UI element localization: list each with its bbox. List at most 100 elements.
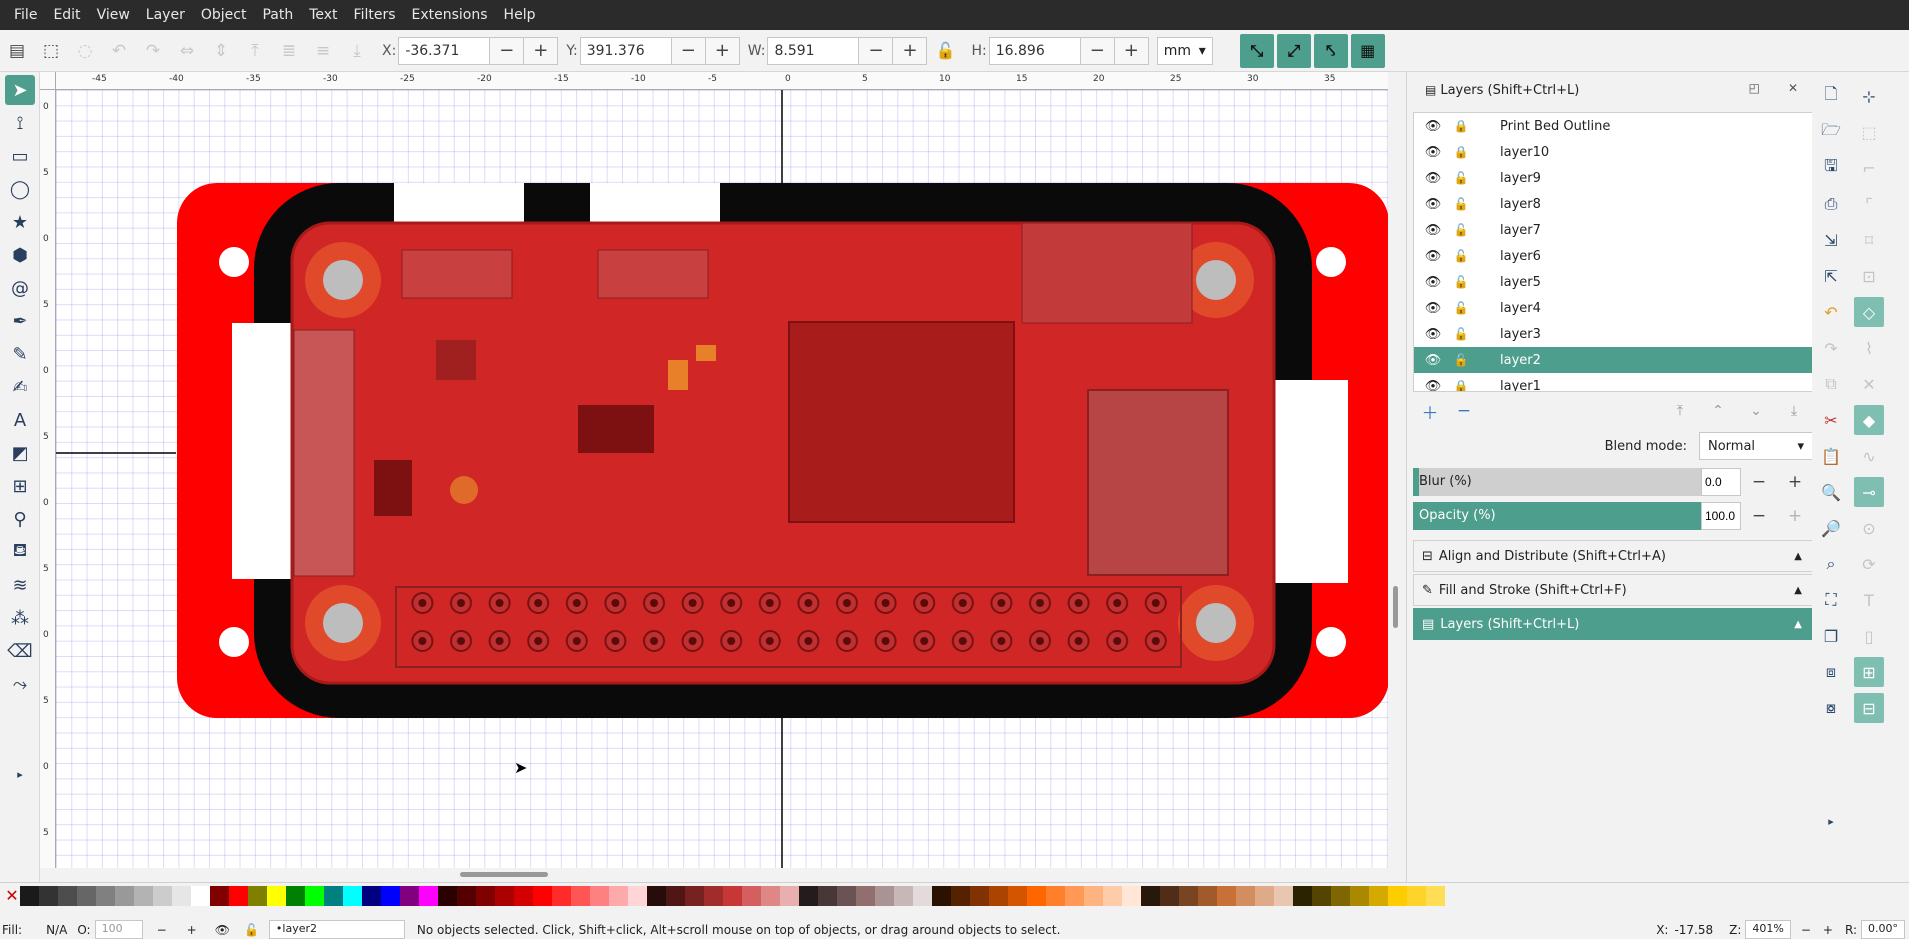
undo-icon[interactable]: ↶ bbox=[1816, 297, 1846, 327]
remove-layer-icon[interactable]: − bbox=[1447, 401, 1481, 421]
snap-toggle-icon[interactable]: ⊹ bbox=[1854, 81, 1884, 111]
gradient-tool-icon[interactable]: ◩ bbox=[5, 438, 35, 468]
opacity-increment-button[interactable]: + bbox=[1777, 502, 1813, 530]
color-swatch[interactable] bbox=[343, 885, 362, 906]
color-swatch[interactable] bbox=[989, 885, 1008, 906]
visibility-eye-icon[interactable]: 👁 bbox=[1422, 171, 1444, 186]
lock-open-icon[interactable]: 🔓 bbox=[1450, 301, 1472, 315]
color-swatch[interactable] bbox=[1122, 885, 1141, 906]
snap-page-icon[interactable]: ▯ bbox=[1854, 621, 1884, 651]
color-swatch[interactable] bbox=[571, 885, 590, 906]
bezier-tool-icon[interactable]: ✒ bbox=[5, 306, 35, 336]
color-swatch[interactable] bbox=[1141, 885, 1160, 906]
snap-grid-icon[interactable]: ⊞ bbox=[1854, 657, 1884, 687]
menu-filters[interactable]: Filters bbox=[346, 0, 404, 30]
duplicate-icon[interactable]: ❐ bbox=[1816, 621, 1846, 651]
blur-decrement-button[interactable]: − bbox=[1741, 468, 1777, 496]
color-swatch[interactable] bbox=[419, 885, 438, 906]
menu-edit[interactable]: Edit bbox=[45, 0, 88, 30]
layer-visibility-icon[interactable]: 👁 bbox=[215, 923, 230, 937]
snap-guides-icon[interactable]: ⊟ bbox=[1854, 693, 1884, 723]
color-swatch[interactable] bbox=[286, 885, 305, 906]
opacity-decrement-button[interactable]: − bbox=[1741, 502, 1777, 530]
vertical-scroll-thumb[interactable] bbox=[1393, 586, 1398, 628]
layer-list[interactable]: 👁 🔒 Print Bed Outline 👁 🔒 layer10 👁 🔓 layer9 👁 🔓 la… bbox=[1413, 112, 1813, 392]
w-decrement-button[interactable]: − bbox=[859, 36, 894, 65]
fill-stroke-header[interactable]: ✎ Fill and Stroke (Shift+Ctrl+F) ▲ bbox=[1413, 574, 1813, 606]
menu-help[interactable]: Help bbox=[496, 0, 544, 30]
clone-icon[interactable]: ⧈ bbox=[1816, 657, 1846, 687]
h-increment-button[interactable]: + bbox=[1114, 36, 1149, 65]
color-swatch[interactable] bbox=[1388, 885, 1407, 906]
color-swatch[interactable] bbox=[723, 885, 742, 906]
transform-gradients-icon[interactable]: ⤣ bbox=[1313, 33, 1348, 68]
color-swatch[interactable] bbox=[267, 885, 286, 906]
color-swatch[interactable] bbox=[229, 885, 248, 906]
opacity-status-increment[interactable]: + bbox=[187, 923, 197, 937]
menu-object[interactable]: Object bbox=[193, 0, 255, 30]
y-decrement-button[interactable]: − bbox=[671, 36, 706, 65]
color-swatch[interactable] bbox=[381, 885, 400, 906]
rotation-field[interactable]: 0.00° bbox=[1861, 920, 1905, 939]
opacity-value[interactable] bbox=[1701, 502, 1741, 530]
zoom-page-icon[interactable]: ⌕ bbox=[1816, 549, 1846, 579]
expand-commands-icon[interactable]: ▸ bbox=[1816, 806, 1846, 836]
chevron-up-icon[interactable]: ▲ bbox=[1794, 551, 1802, 562]
color-swatch[interactable] bbox=[400, 885, 419, 906]
color-swatch[interactable] bbox=[1217, 885, 1236, 906]
paste-icon[interactable]: 📋 bbox=[1816, 441, 1846, 471]
blur-slider[interactable]: Blur (%) bbox=[1413, 468, 1701, 496]
lock-ratio-icon[interactable]: 🔓 bbox=[931, 37, 959, 65]
scale-stroke-icon[interactable]: ⤡ bbox=[1239, 33, 1274, 68]
add-layer-icon[interactable]: ＋ bbox=[1413, 399, 1447, 424]
flip-vertical-icon[interactable]: ⇕ bbox=[207, 37, 235, 65]
zoom-decrement[interactable]: − bbox=[1801, 923, 1811, 937]
flip-horizontal-icon[interactable]: ⇔ bbox=[173, 37, 201, 65]
snap-paths-icon[interactable]: ⌇ bbox=[1854, 333, 1884, 363]
blur-value[interactable] bbox=[1701, 468, 1741, 496]
layer-row[interactable]: 👁 🔓 layer9 bbox=[1414, 165, 1812, 191]
vertical-scrollbar[interactable] bbox=[1392, 90, 1400, 868]
raise-layer-icon[interactable]: ⌃ bbox=[1699, 403, 1737, 419]
raise-layer-top-icon[interactable]: ⤒ bbox=[1661, 403, 1699, 419]
node-tool-icon[interactable]: ⟟ bbox=[5, 108, 35, 138]
star-tool-icon[interactable]: ★ bbox=[5, 207, 35, 237]
color-swatch[interactable] bbox=[39, 885, 58, 906]
visibility-eye-icon[interactable]: 👁 bbox=[1422, 119, 1444, 134]
lock-closed-icon[interactable]: 🔒 bbox=[1450, 119, 1472, 133]
color-swatch[interactable] bbox=[324, 885, 343, 906]
eraser-tool-icon[interactable]: ⌫ bbox=[5, 636, 35, 666]
color-swatch[interactable] bbox=[438, 885, 457, 906]
color-swatch[interactable] bbox=[96, 885, 115, 906]
snap-smooth-icon[interactable]: ∿ bbox=[1854, 441, 1884, 471]
color-swatch[interactable] bbox=[552, 885, 571, 906]
color-swatch[interactable] bbox=[1160, 885, 1179, 906]
blur-increment-button[interactable]: + bbox=[1777, 468, 1813, 496]
color-swatch[interactable] bbox=[1274, 885, 1293, 906]
snap-cusp-icon[interactable]: ◆ bbox=[1854, 405, 1884, 435]
chevron-up-icon[interactable]: ▲ bbox=[1794, 585, 1802, 596]
color-swatch[interactable] bbox=[1027, 885, 1046, 906]
layer-name[interactable]: layer6 bbox=[1500, 249, 1541, 264]
lock-closed-icon[interactable]: 🔒 bbox=[1450, 145, 1472, 159]
color-swatch[interactable] bbox=[628, 885, 647, 906]
pencil-tool-icon[interactable]: ✎ bbox=[5, 339, 35, 369]
open-icon[interactable]: 🗁 bbox=[1816, 117, 1846, 147]
save-icon[interactable]: 🖫 bbox=[1816, 153, 1846, 183]
vertical-ruler[interactable]: 0 5 0 5 0 5 0 5 0 5 0 5 bbox=[40, 90, 56, 868]
h-field[interactable] bbox=[988, 36, 1081, 65]
expand-toolbox-icon[interactable]: ▸ bbox=[5, 759, 35, 789]
align-distribute-header[interactable]: ⊟ Align and Distribute (Shift+Ctrl+A) ▲ bbox=[1413, 540, 1813, 572]
color-swatch[interactable] bbox=[666, 885, 685, 906]
layer-name[interactable]: layer4 bbox=[1500, 301, 1541, 316]
snap-rotation-icon[interactable]: ⟳ bbox=[1854, 549, 1884, 579]
color-swatch[interactable] bbox=[20, 885, 39, 906]
lower-to-bottom-icon[interactable]: ⤓ bbox=[343, 37, 371, 65]
visibility-eye-icon[interactable]: 👁 bbox=[1422, 353, 1444, 368]
color-swatch[interactable] bbox=[780, 885, 799, 906]
scale-corners-icon[interactable]: ⤢ bbox=[1276, 33, 1311, 68]
import-icon[interactable]: ⇲ bbox=[1816, 225, 1846, 255]
zoom-selection-icon[interactable]: 🔍 bbox=[1816, 477, 1846, 507]
color-swatch[interactable] bbox=[970, 885, 989, 906]
snap-bbox-corner-icon[interactable]: ⌜ bbox=[1854, 189, 1884, 219]
